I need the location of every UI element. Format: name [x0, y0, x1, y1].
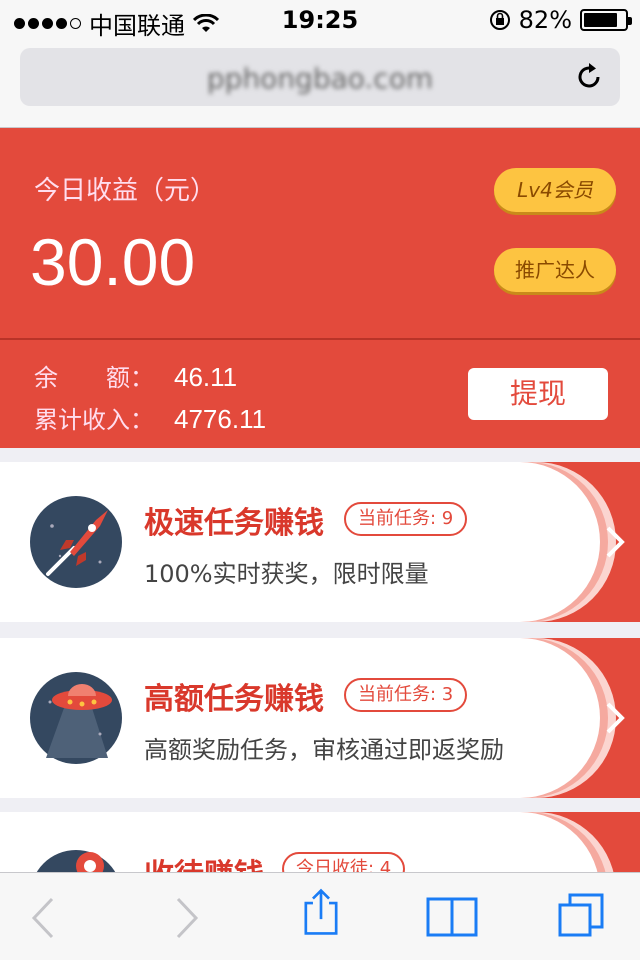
battery-icon: [580, 9, 632, 31]
task-description: 高额奖励任务，审核通过即返奖励: [144, 736, 504, 764]
promoter-badge[interactable]: 推广达人: [494, 248, 616, 292]
browser-toolbar: [0, 872, 640, 960]
url-text: pphongbao.com: [206, 62, 434, 95]
forward-icon[interactable]: [160, 893, 210, 943]
reload-icon[interactable]: [572, 60, 606, 94]
status-bar: 中国联通 19:25 82%: [0, 0, 640, 40]
battery-percent: 82%: [518, 6, 572, 34]
balance-label: 余 额：: [34, 364, 154, 392]
panel-divider: [0, 338, 640, 340]
bookmarks-icon[interactable]: [424, 891, 480, 941]
url-field[interactable]: pphongbao.com: [20, 48, 620, 106]
total-income-value: 4776.11: [174, 404, 267, 434]
orientation-lock-icon: [489, 10, 510, 30]
share-icon[interactable]: [296, 887, 346, 937]
task-title: 高额任务赚钱: [144, 682, 324, 717]
withdraw-button[interactable]: 提现: [468, 368, 608, 420]
today-earnings-value: 30.00: [30, 225, 196, 299]
back-icon[interactable]: [20, 893, 70, 943]
task-title: 极速任务赚钱: [144, 506, 324, 541]
task-card-fast[interactable]: 极速任务赚钱 当前任务: 9 100%实时获奖，限时限量: [0, 462, 640, 622]
balance-value: 46.11: [174, 362, 238, 392]
total-income-row: 累计收入： 4776.11: [34, 400, 266, 435]
balance-row: 余 额： 46.11: [34, 358, 237, 393]
rocket-icon: [30, 496, 122, 588]
earnings-panel: 今日收益（元） 30.00 Lv4会员 推广达人 余 额： 46.11 累计收入：…: [0, 128, 640, 448]
today-earnings-label: 今日收益（元）: [34, 176, 217, 206]
chevron-right-icon: [606, 702, 625, 734]
browser-address-bar: pphongbao.com: [0, 40, 640, 128]
task-count-badge: 当前任务: 3: [344, 678, 468, 712]
chevron-right-icon: [606, 526, 625, 558]
task-count-badge: 当前任务: 9: [344, 502, 468, 536]
task-card-high[interactable]: 高额任务赚钱 当前任务: 3 高额奖励任务，审核通过即返奖励: [0, 638, 640, 798]
level-badge[interactable]: Lv4会员: [494, 168, 616, 212]
task-description: 100%实时获奖，限时限量: [144, 560, 429, 588]
ufo-icon: [30, 672, 122, 764]
tabs-icon[interactable]: [556, 891, 606, 941]
total-income-label: 累计收入：: [34, 406, 154, 434]
